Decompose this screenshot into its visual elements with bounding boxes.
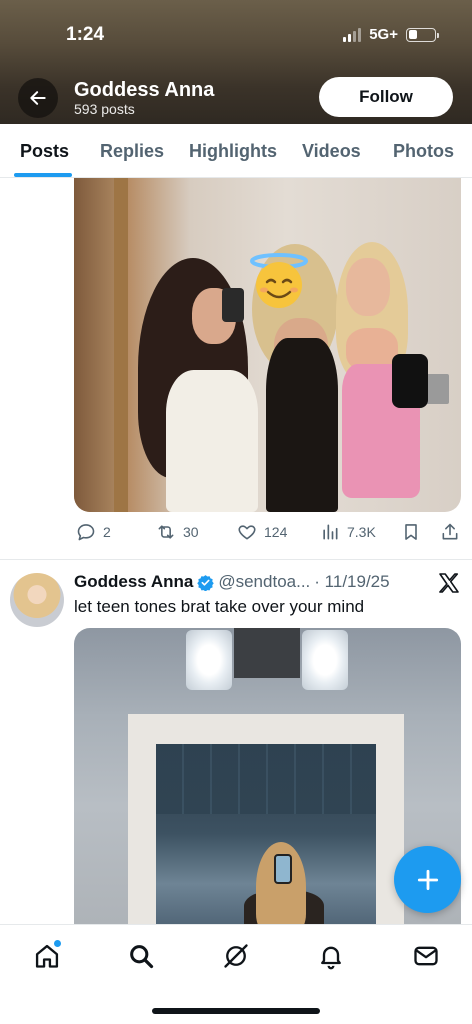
battery-icon	[406, 27, 439, 42]
image-detail	[392, 354, 428, 408]
profile-name: Goddess Anna	[74, 79, 215, 101]
reply-button[interactable]: 2	[76, 522, 111, 542]
tab-replies[interactable]: Replies	[100, 141, 164, 162]
nav-grok[interactable]	[220, 940, 252, 972]
verified-badge-icon	[197, 574, 215, 591]
signal-icon	[343, 27, 362, 42]
compose-button[interactable]	[394, 846, 461, 913]
search-icon	[130, 945, 154, 969]
profile-header: 1:24 5G+ Goddess Anna 593 posts Follow	[0, 0, 472, 124]
image-detail	[114, 178, 128, 512]
notifications-icon	[321, 946, 341, 970]
status-bar: 1:24 5G+	[0, 0, 472, 70]
view-count: 7.3K	[347, 524, 376, 540]
grok-icon	[224, 944, 248, 968]
image-detail	[302, 630, 348, 690]
like-button[interactable]: 124	[237, 522, 287, 542]
image-detail	[166, 370, 258, 512]
author-name[interactable]: Goddess Anna	[74, 572, 193, 592]
status-time: 1:24	[66, 24, 105, 45]
share-button[interactable]	[440, 522, 460, 542]
post-text: let teen tones brat take over your mind	[74, 597, 365, 616]
image-detail	[234, 628, 300, 678]
tab-photos[interactable]: Photos	[393, 141, 454, 162]
follow-button[interactable]: Follow	[319, 77, 453, 117]
image-detail	[74, 178, 114, 512]
nav-search[interactable]	[125, 940, 157, 972]
nav-home[interactable]	[31, 940, 63, 972]
bookmark-icon	[405, 524, 417, 540]
post-divider	[0, 559, 472, 560]
profile-tabs: Posts Replies Highlights Videos Photos	[0, 124, 472, 178]
image-detail	[274, 854, 292, 884]
back-button[interactable]	[18, 78, 58, 118]
repost-icon	[158, 525, 174, 539]
views-button[interactable]: 7.3K	[320, 522, 376, 542]
tab-videos[interactable]: Videos	[302, 141, 361, 162]
reply-count: 2	[103, 524, 111, 540]
nav-messages[interactable]	[410, 940, 442, 972]
post-header: Goddess Anna @sendtoa... · 11/19/25	[74, 572, 390, 592]
tab-highlights[interactable]: Highlights	[189, 141, 277, 162]
home-indicator	[152, 1008, 320, 1014]
repost-button[interactable]: 30	[156, 522, 199, 542]
share-icon	[442, 523, 458, 540]
like-count: 124	[264, 524, 288, 540]
x-logo-icon	[439, 573, 459, 593]
arrow-left-icon	[30, 91, 46, 105]
avatar[interactable]	[10, 573, 64, 627]
nav-notifications[interactable]	[315, 940, 347, 972]
post-count: 593 posts	[74, 101, 135, 117]
reply-icon	[77, 524, 95, 541]
author-handle[interactable]: @sendtoa...	[218, 572, 310, 592]
views-icon	[323, 524, 338, 540]
post-image[interactable]	[74, 178, 461, 512]
notification-dot	[54, 940, 61, 947]
repost-count: 30	[183, 524, 199, 540]
image-detail	[222, 288, 244, 322]
network-label: 5G+	[369, 26, 398, 43]
post-actions: 2 30 124 7.3K	[0, 518, 472, 548]
active-tab-indicator	[14, 173, 72, 177]
status-indicators: 5G+	[343, 26, 439, 43]
image-detail	[266, 338, 338, 512]
tab-posts[interactable]: Posts	[20, 141, 69, 162]
image-detail	[346, 258, 390, 316]
halo-emoji-icon	[250, 253, 308, 308]
plus-icon	[417, 869, 438, 890]
bookmark-button[interactable]	[401, 522, 421, 542]
image-detail	[186, 630, 232, 690]
like-icon	[238, 525, 256, 540]
messages-icon	[414, 946, 438, 966]
image-detail	[156, 744, 376, 814]
post-date: · 11/19/25	[314, 572, 390, 591]
